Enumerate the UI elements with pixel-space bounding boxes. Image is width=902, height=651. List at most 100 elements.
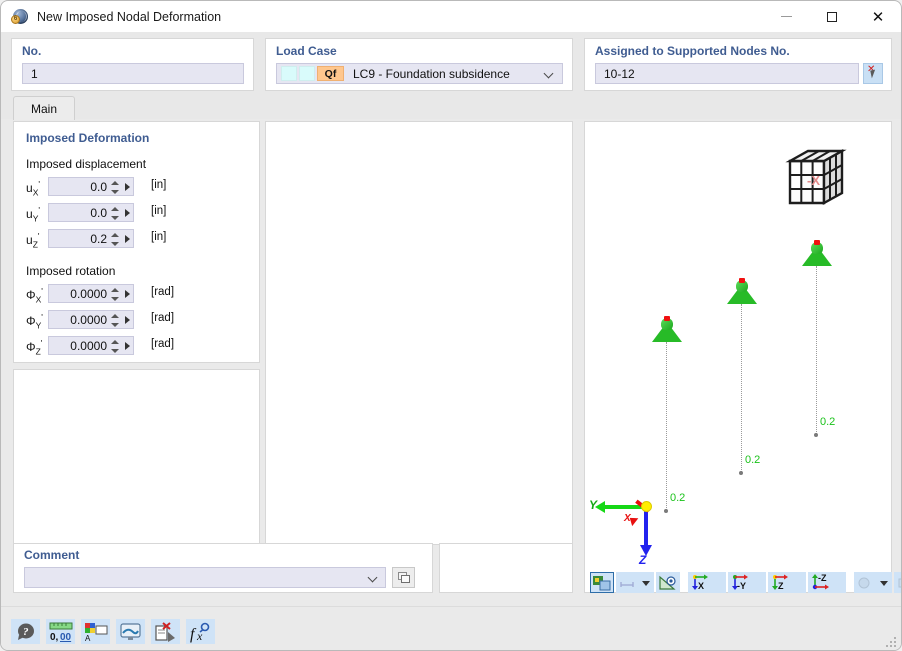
label-phiz: ΦZ' [26, 338, 43, 357]
view-settings-button[interactable] [656, 571, 680, 593]
input-phiy[interactable]: 0.0000 [48, 310, 134, 329]
expand-arrow-ux-icon[interactable] [125, 183, 130, 191]
unit-phiz: [rad] [151, 338, 175, 350]
comment-library-button[interactable] [392, 567, 415, 588]
select-nodes-cursor-icon[interactable]: ✕ [863, 63, 883, 84]
deformation-value-1: 0.2 [670, 492, 686, 504]
stepper-phix[interactable] [111, 287, 120, 302]
view-z-button[interactable]: Z [768, 571, 806, 593]
input-ux[interactable]: 0.0 [48, 177, 134, 196]
stepper-uz[interactable] [111, 232, 120, 247]
chevron-down-icon[interactable] [642, 580, 650, 586]
section-title-imposed-deformation: Imposed Deformation [26, 131, 150, 145]
deformation-line-2 [741, 304, 742, 472]
deformed-node-3 [814, 433, 818, 437]
comment-label: Comment [24, 548, 80, 562]
deformed-node-1 [664, 509, 668, 513]
view-x-button[interactable]: X [688, 571, 726, 593]
units-button[interactable]: 0, 00 [46, 619, 75, 644]
dimensions-dropdown[interactable] [616, 571, 654, 593]
svg-text:?: ? [23, 626, 29, 638]
no-value: 1 [31, 66, 38, 81]
stepper-uy[interactable] [111, 206, 120, 221]
nav-cube-face-label: -X [807, 173, 820, 188]
formula-button[interactable]: f x [186, 619, 215, 644]
no-group: No. 1 [11, 38, 254, 91]
stepper-phiy[interactable] [111, 313, 120, 328]
assigned-nodes-label: Assigned to Supported Nodes No. [595, 44, 790, 58]
unit-ux: [in] [151, 179, 167, 191]
resize-grip[interactable] [886, 637, 896, 647]
deformation-value-2: 0.2 [745, 454, 761, 466]
subsection-imposed-rotation: Imposed rotation [26, 264, 116, 278]
comment-input[interactable] [24, 567, 386, 588]
comment-panel: Comment [13, 543, 433, 593]
title-bar: 6 New Imposed Nodal Deformation ✕ [1, 1, 901, 32]
input-uz[interactable]: 0.2 [48, 229, 134, 248]
unit-phiy: [rad] [151, 312, 175, 324]
expand-arrow-phix-icon[interactable] [125, 290, 130, 298]
input-phix[interactable]: 0.0000 [48, 284, 134, 303]
visual-settings-button[interactable] [116, 619, 145, 644]
no-input[interactable]: 1 [22, 63, 244, 84]
comment-side-panel [439, 543, 573, 593]
expand-arrow-phiz-icon[interactable] [125, 342, 130, 350]
tab-strip: Main [1, 94, 901, 120]
help-info-button[interactable]: ? [11, 619, 40, 644]
view-negative-y-button[interactable]: -Y [728, 571, 766, 593]
viewport-panel: -X 0.2 0.2 0.2 Y Z X X -Y Z -Z [584, 121, 901, 593]
expand-arrow-phiy-icon[interactable] [125, 316, 130, 324]
window-title: New Imposed Nodal Deformation [37, 9, 222, 24]
svg-text:-Y: -Y [737, 581, 746, 591]
svg-text:X: X [698, 581, 704, 591]
app-globe-icon: 6 [11, 8, 29, 26]
left-secondary-panel [13, 369, 260, 545]
navigation-cube-icon[interactable]: -X [784, 145, 850, 211]
axis-label-x: X [624, 513, 631, 524]
minimize-button[interactable] [763, 1, 809, 32]
clear-fields-button[interactable] [151, 619, 180, 644]
chevron-down-icon[interactable] [369, 574, 377, 582]
value-phiz: 0.0000 [70, 338, 107, 353]
perspective-dropdown[interactable] [894, 571, 901, 593]
input-phiz[interactable]: 0.0000 [48, 336, 134, 355]
deformed-node-2 [739, 471, 743, 475]
tab-main[interactable]: Main [13, 96, 75, 120]
swatch-1 [281, 66, 297, 81]
label-uy: uY' [26, 205, 40, 224]
expand-arrow-uz-icon[interactable] [125, 235, 130, 243]
expand-arrow-uy-icon[interactable] [125, 209, 130, 217]
label-uz: uZ' [26, 231, 40, 250]
chevron-down-icon[interactable] [544, 68, 555, 79]
maximize-button[interactable] [809, 1, 855, 32]
stepper-phiz[interactable] [111, 339, 120, 354]
nodal-support-2-icon [727, 278, 757, 304]
shading-dropdown[interactable] [854, 571, 892, 593]
bottom-bar: ? 0, 00 A f x [1, 606, 901, 650]
load-case-combobox[interactable]: Qf LC9 - Foundation subsidence [276, 63, 563, 84]
load-case-swatches: Qf [281, 66, 346, 81]
axis-label-z: Z [639, 553, 647, 567]
load-type-badge: Qf [317, 66, 344, 81]
nodal-support-1-icon [652, 316, 682, 342]
value-phix: 0.0000 [70, 286, 107, 301]
label-phix: ΦX' [26, 286, 43, 305]
svg-text:00: 00 [60, 632, 72, 643]
window-controls: ✕ [763, 1, 901, 32]
swatch-2 [299, 66, 315, 81]
chevron-down-icon[interactable] [880, 580, 888, 586]
load-case-group: Load Case Qf LC9 - Foundation subsidence [265, 38, 573, 91]
render-mode-button[interactable] [590, 571, 614, 593]
label-ux: uX' [26, 179, 40, 198]
input-uy[interactable]: 0.0 [48, 203, 134, 222]
assigned-nodes-input[interactable]: 10-12 [595, 63, 859, 84]
assigned-nodes-group: Assigned to Supported Nodes No. 10-12 ✕ [584, 38, 892, 91]
view-negative-z-button[interactable]: -Z [808, 571, 846, 593]
display-properties-button[interactable]: A [81, 619, 110, 644]
model-viewport[interactable]: -X 0.2 0.2 0.2 Y Z X [586, 123, 891, 570]
unit-uz: [in] [151, 231, 167, 243]
close-button[interactable]: ✕ [855, 1, 901, 32]
stepper-ux[interactable] [111, 180, 120, 195]
svg-text:-Z: -Z [818, 574, 827, 583]
svg-text:0,: 0, [50, 632, 59, 643]
